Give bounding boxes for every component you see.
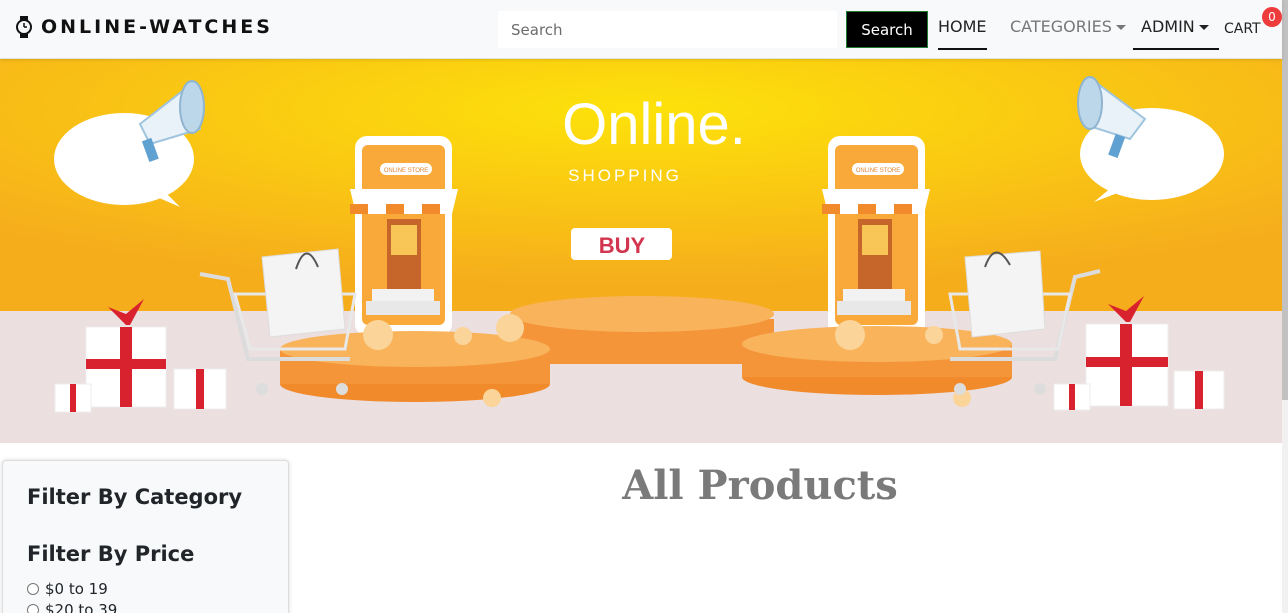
- search-input[interactable]: [498, 11, 837, 48]
- price-option-label: $0 to 19: [45, 580, 108, 598]
- nav-home[interactable]: HOME: [938, 17, 987, 50]
- nav-cart-label: CART: [1224, 21, 1261, 37]
- banner-subline: SHOPPING: [568, 166, 682, 185]
- price-option-label: $20 to 39: [45, 601, 118, 613]
- hero-banner[interactable]: Online. SHOPPING BUY ONLINE STORE ONLINE…: [0, 59, 1282, 443]
- banner-headline: Online.: [562, 92, 746, 157]
- chevron-down-icon: [1198, 25, 1209, 30]
- page-scrollbar[interactable]: [1282, 0, 1288, 613]
- nav-cart[interactable]: CART: [1224, 21, 1261, 37]
- buy-button[interactable]: BUY: [571, 228, 672, 260]
- scrollbar-thumb[interactable]: [1282, 0, 1288, 400]
- nav-categories-dropdown[interactable]: CATEGORIES: [1010, 17, 1126, 48]
- brand-name: ONLINE-WATCHES: [41, 16, 273, 38]
- search-button[interactable]: Search: [846, 11, 928, 48]
- banner-illustration: Online. SHOPPING BUY ONLINE STORE ONLINE…: [0, 59, 1282, 443]
- nav-admin-label: ADMIN: [1141, 17, 1195, 36]
- nav-home-label: HOME: [938, 17, 987, 36]
- chevron-down-icon: [1115, 25, 1126, 30]
- page: ONLINE-WATCHES Search HOME CATEGORIES AD…: [0, 0, 1288, 613]
- price-option-20-39[interactable]: $20 to 39: [27, 601, 288, 613]
- phone-store-right: ONLINE STORE: [822, 136, 930, 336]
- nav-categories-label: CATEGORIES: [1010, 17, 1112, 36]
- filter-price-title: Filter By Price: [27, 542, 195, 566]
- price-radio-0-19[interactable]: [27, 583, 39, 595]
- store-sign-left: ONLINE STORE: [384, 168, 429, 174]
- shopping-bag-left-icon: [261, 248, 346, 338]
- buy-button-label: BUY: [599, 233, 646, 258]
- shopping-bag-right-icon: [964, 250, 1046, 338]
- brand[interactable]: ONLINE-WATCHES: [15, 16, 273, 38]
- page-title: All Products: [622, 462, 898, 509]
- navbar: ONLINE-WATCHES Search HOME CATEGORIES AD…: [0, 0, 1282, 59]
- price-radio-20-39[interactable]: [27, 604, 39, 613]
- cart-count-badge: 0: [1262, 7, 1282, 27]
- watch-icon: [16, 16, 32, 38]
- store-sign-right: ONLINE STORE: [856, 168, 901, 174]
- filter-sidebar: Filter By Category Filter By Price $0 to…: [2, 460, 289, 613]
- nav-admin-dropdown[interactable]: ADMIN: [1133, 17, 1219, 50]
- phone-store-left: ONLINE STORE: [350, 136, 458, 336]
- filter-category-title: Filter By Category: [27, 485, 243, 509]
- price-option-0-19[interactable]: $0 to 19: [27, 580, 288, 598]
